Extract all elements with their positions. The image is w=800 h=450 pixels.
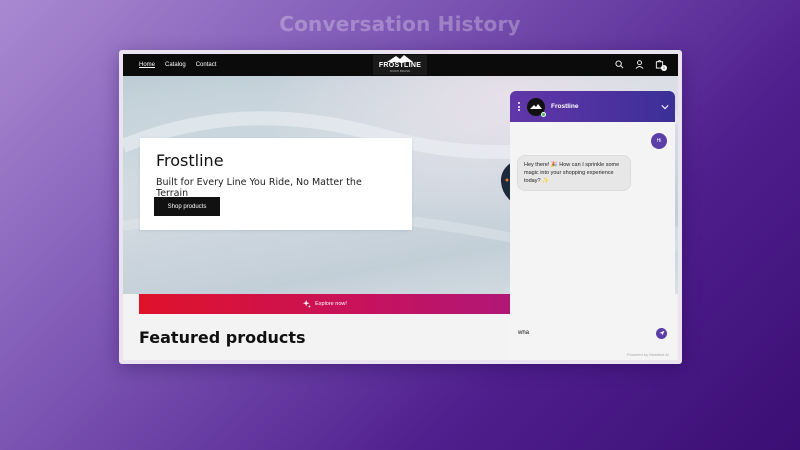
nav-link-home[interactable]: Home: [139, 62, 155, 68]
mountain-logo-icon: [387, 55, 413, 62]
send-button[interactable]: [656, 327, 667, 339]
search-icon[interactable]: [614, 59, 624, 69]
cart-icon[interactable]: 1: [654, 59, 667, 71]
nav-link-catalog[interactable]: Catalog: [165, 62, 186, 68]
bot-name: Frostline: [551, 103, 579, 110]
bot-avatar: [527, 97, 546, 117]
cart-count-badge: 1: [661, 65, 667, 71]
browser-frame: Home Catalog Contact FROSTLINE SNOW BRAN…: [119, 50, 682, 364]
send-icon: [659, 330, 664, 336]
shop-products-button[interactable]: Shop products: [154, 197, 220, 216]
powered-by-label: Powered by Manifest AI: [626, 352, 669, 357]
nav-link-contact[interactable]: Contact: [196, 62, 217, 68]
nav-links: Home Catalog Contact: [139, 62, 216, 68]
chat-widget: Frostline Hi Hey there! 🎉 How can I spri…: [510, 91, 675, 360]
explore-now-bar[interactable]: Explore now!: [139, 294, 511, 314]
page-heading: Conversation History: [279, 12, 521, 36]
chat-input-row: [510, 324, 675, 342]
hero-card: Frostline Built for Every Line You Ride,…: [140, 138, 412, 230]
store-site: Home Catalog Contact FROSTLINE SNOW BRAN…: [123, 54, 678, 360]
user-message-bubble: Hi: [651, 133, 667, 149]
more-options-icon[interactable]: [516, 102, 522, 111]
logo-text: FROSTLINE: [378, 62, 422, 69]
top-navbar: Home Catalog Contact FROSTLINE SNOW BRAN…: [123, 54, 678, 76]
mountain-avatar-icon: [530, 104, 542, 109]
explore-now-label: Explore now!: [315, 301, 347, 307]
nav-icons: 1: [614, 59, 667, 71]
bot-message-bubble: Hey there! 🎉 How can I sprinkle some mag…: [517, 155, 631, 191]
online-status-dot: [541, 111, 546, 117]
logo-tagline: SNOW BRAND: [389, 69, 411, 73]
hero-title: Frostline: [156, 151, 224, 170]
store-logo[interactable]: FROSTLINE SNOW BRAND: [373, 55, 427, 75]
account-icon[interactable]: [634, 59, 644, 69]
sparkle-icon: [303, 300, 312, 308]
chevron-down-icon[interactable]: [661, 103, 669, 111]
featured-products-heading: Featured products: [139, 328, 306, 347]
chat-header: Frostline: [510, 91, 675, 122]
hero-subtitle: Built for Every Line You Ride, No Matter…: [156, 177, 362, 199]
chat-message-input[interactable]: [518, 330, 656, 336]
